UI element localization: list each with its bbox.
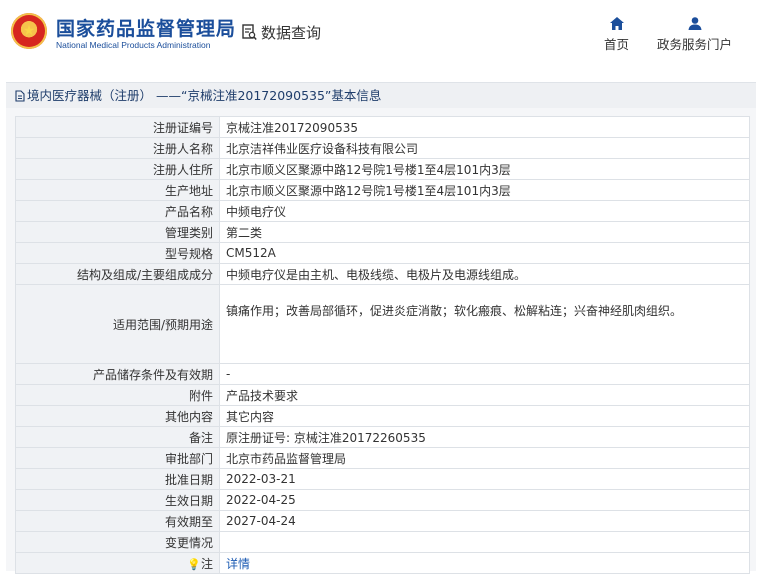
table-row: 备注 原注册证号: 京械注准20172260535 [15, 426, 750, 448]
document-search-icon [242, 24, 257, 41]
emblem-star-icon: ★ [22, 23, 36, 39]
table-row: 产品储存条件及有效期 - [15, 363, 750, 385]
home-icon [609, 17, 624, 30]
row-value: 北京洁祥伟业医疗设备科技有限公司 [219, 137, 750, 159]
details-link[interactable]: 详情 [226, 557, 250, 571]
nav-home-label: 首页 [604, 37, 630, 52]
site-header: ★ 国家药品监督管理局 National Medical Products Ad… [0, 0, 757, 68]
row-value: 2027-04-24 [219, 510, 750, 532]
row-value: 北京市顺义区聚源中路12号院1号楼1至4层101内3层 [219, 158, 750, 180]
brand-name-en: National Medical Products Administration [56, 40, 211, 50]
nav-home[interactable]: 首页 [604, 17, 629, 53]
table-row: 变更情况 [15, 531, 750, 553]
row-value: - [219, 363, 750, 385]
detail-link-cell: 详情 [219, 552, 750, 574]
row-label: 附件 [15, 384, 220, 406]
table-row: 型号规格 CM512A [15, 242, 750, 264]
row-value: 京械注准20172090535 [219, 116, 750, 138]
breadcrumb-text: 境内医疗器械（注册） ——“京械注准20172090535”基本信息 [27, 88, 382, 103]
note-label: 注 [200, 556, 213, 571]
table-row: 批准日期 2022-03-21 [15, 468, 750, 490]
row-label: 注册人住所 [15, 158, 220, 180]
row-value: 2022-04-25 [219, 489, 750, 511]
row-label: 型号规格 [15, 242, 220, 264]
table-row: 审批部门 北京市药品监督管理局 [15, 447, 750, 469]
row-label: 备注 [15, 426, 220, 448]
table-row: 生产地址 北京市顺义区聚源中路12号院1号楼1至4层101内3层 [15, 179, 750, 201]
nav-service-label: 政务服务门户 [657, 37, 733, 52]
row-value: 产品技术要求 [219, 384, 750, 406]
table-row: 注册人住所 北京市顺义区聚源中路12号院1号楼1至4层101内3层 [15, 158, 750, 180]
row-value: 中频电疗仪是由主机、电极线缆、电极片及电源线组成。 [219, 263, 750, 285]
brand-name-cn: 国家药品监督管理局 [56, 18, 237, 40]
row-value [219, 531, 750, 553]
row-label: 管理类别 [15, 221, 220, 243]
row-value: 原注册证号: 京械注准20172260535 [219, 426, 750, 448]
data-query-label: 数据查询 [261, 24, 322, 42]
table-row: 附件 产品技术要求 [15, 384, 750, 406]
table-row: 注册证编号 京械注准20172090535 [15, 116, 750, 138]
user-icon [688, 17, 701, 30]
row-label: 有效期至 [15, 510, 220, 532]
detail-panel: 注册证编号 京械注准20172090535 注册人名称 北京洁祥伟业医疗设备科技有限公… [6, 108, 756, 574]
row-label: 审批部门 [15, 447, 220, 469]
row-label: 适用范围/预期用途 [15, 284, 220, 364]
row-value: 其它内容 [219, 405, 750, 427]
table-row: 其他内容 其它内容 [15, 405, 750, 427]
row-label: 生效日期 [15, 489, 220, 511]
table-row: 管理类别 第二类 [15, 221, 750, 243]
row-label: 注册证编号 [15, 116, 220, 138]
row-label: 生产地址 [15, 179, 220, 201]
nav-service-portal[interactable]: 政务服务门户 [657, 17, 732, 53]
row-label: 💡注 [15, 552, 220, 574]
row-value: 镇痛作用；改善局部循环，促进炎症消散；软化瘢痕、松解粘连；兴奋神经肌肉组织。 [219, 284, 750, 364]
table-row: 有效期至 2027-04-24 [15, 510, 750, 532]
table-row: 💡注 详情 [15, 552, 750, 574]
row-value: 第二类 [219, 221, 750, 243]
data-query-link[interactable]: 数据查询 [242, 22, 321, 43]
table-row: 产品名称 中频电疗仪 [15, 200, 750, 222]
row-value: 2022-03-21 [219, 468, 750, 490]
table-row: 适用范围/预期用途 镇痛作用；改善局部循环，促进炎症消散；软化瘢痕、松解粘连；兴奋… [15, 284, 750, 364]
table-row: 注册人名称 北京洁祥伟业医疗设备科技有限公司 [15, 137, 750, 159]
row-value: 北京市顺义区聚源中路12号院1号楼1至4层101内3层 [219, 179, 750, 201]
row-value: 北京市药品监督管理局 [219, 447, 750, 469]
row-label: 变更情况 [15, 531, 220, 553]
row-label: 注册人名称 [15, 137, 220, 159]
row-value: 中频电疗仪 [219, 200, 750, 222]
bulb-icon: 💡 [187, 557, 201, 571]
breadcrumb: 境内医疗器械（注册） ——“京械注准20172090535”基本信息 [6, 82, 756, 109]
table-row: 结构及组成/主要组成成分 中频电疗仪是由主机、电极线缆、电极片及电源线组成。 [15, 263, 750, 285]
detail-table: 注册证编号 京械注准20172090535 注册人名称 北京洁祥伟业医疗设备科技有限公… [15, 116, 750, 574]
row-label: 其他内容 [15, 405, 220, 427]
document-icon [15, 85, 25, 110]
row-label: 产品名称 [15, 200, 220, 222]
row-label: 批准日期 [15, 468, 220, 490]
row-value: CM512A [219, 242, 750, 264]
row-label: 结构及组成/主要组成成分 [15, 263, 220, 285]
row-label: 产品储存条件及有效期 [15, 363, 220, 385]
table-row: 生效日期 2022-04-25 [15, 489, 750, 511]
